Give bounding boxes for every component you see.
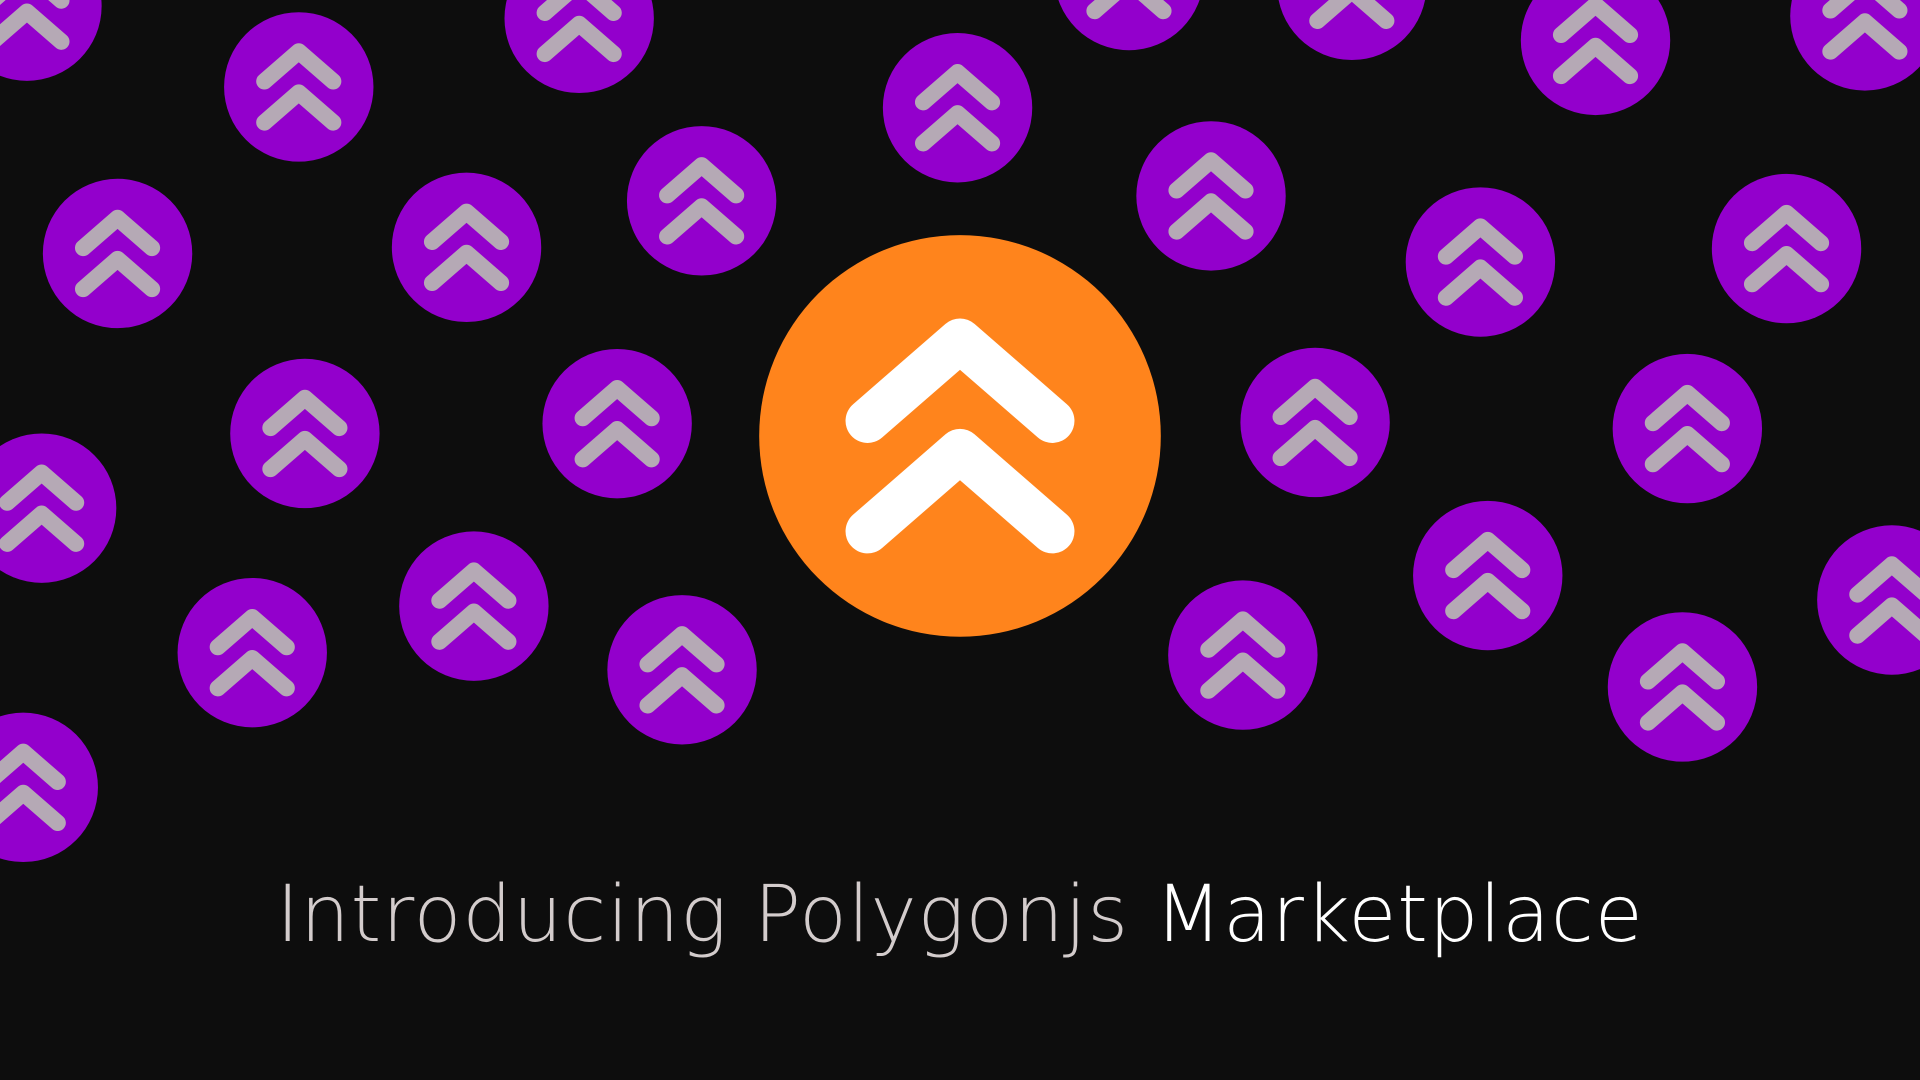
purple-logo-badge bbox=[1790, 0, 1920, 91]
purple-logo-badge bbox=[882, 33, 1033, 183]
headline-lead: Introducing Polygonjs bbox=[276, 870, 1129, 960]
purple-logo-badge bbox=[1607, 612, 1758, 762]
purple-logo-badge bbox=[399, 531, 549, 681]
headline-tail: Marketplace bbox=[1154, 870, 1644, 960]
purple-logo-badge bbox=[0, 433, 117, 583]
purple-logo-badge bbox=[542, 348, 692, 499]
purple-logo-badge bbox=[626, 126, 777, 276]
purple-logo-badge bbox=[391, 172, 542, 323]
purple-logo-badge bbox=[42, 178, 193, 329]
purple-logo-badge bbox=[1817, 525, 1920, 675]
purple-logo-badge bbox=[1136, 121, 1286, 271]
center-orange-logo bbox=[759, 235, 1161, 637]
purple-logo-badge bbox=[607, 595, 757, 745]
purple-logo-badge bbox=[177, 577, 327, 728]
purple-logo-badge bbox=[1413, 500, 1563, 651]
purple-logo-badge bbox=[1278, 0, 1426, 60]
purple-logo-badge bbox=[1405, 187, 1556, 337]
purple-logo-badge bbox=[224, 12, 374, 162]
purple-logo-badge bbox=[1612, 353, 1763, 504]
purple-logo-badge bbox=[0, 712, 98, 863]
purple-logo-badge bbox=[1711, 173, 1862, 324]
purple-logo-badge bbox=[0, 0, 102, 81]
purple-logo-badge bbox=[1168, 580, 1318, 730]
purple-logo-badge bbox=[504, 0, 654, 94]
marketplace-banner: Introducing Polygonjs Marketplace bbox=[0, 0, 1920, 1080]
headline: Introducing Polygonjs Marketplace bbox=[0, 876, 1920, 954]
purple-logo-badge bbox=[1240, 347, 1390, 498]
purple-logo-badge bbox=[1520, 0, 1671, 116]
purple-logo-badge bbox=[230, 358, 380, 509]
purple-logo-badge bbox=[1058, 0, 1200, 51]
